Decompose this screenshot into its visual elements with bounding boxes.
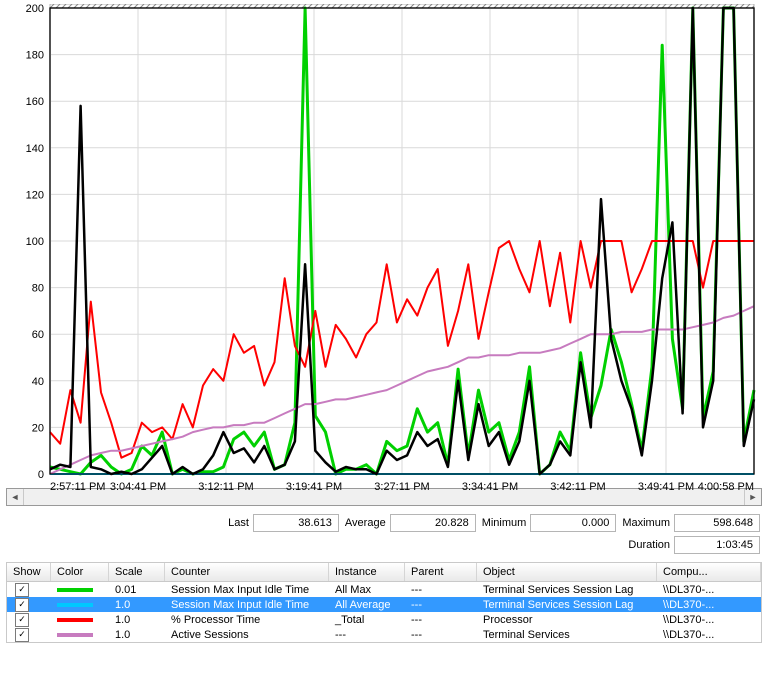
header-color[interactable]: Color xyxy=(51,563,109,581)
avg-value: 20.828 xyxy=(390,514,476,532)
svg-text:100: 100 xyxy=(26,236,44,248)
svg-text:3:04:41 PM: 3:04:41 PM xyxy=(110,481,166,493)
svg-text:140: 140 xyxy=(26,143,44,155)
computer-cell: \\DL370-... xyxy=(657,614,761,626)
svg-text:4:00:58 PM: 4:00:58 PM xyxy=(698,481,754,493)
color-swatch xyxy=(57,603,93,607)
object-cell: Terminal Services Session Lag xyxy=(477,599,657,611)
scale-cell: 1.0 xyxy=(109,629,165,641)
stats-row: Last 38.613 Average 20.828 Minimum0.000 Ma… xyxy=(4,514,760,532)
chart-svg: 0 20 40 60 80 100 120 140 160 180 200 2:57:11 PM 3:0… xyxy=(6,4,762,500)
instance-cell: All Average xyxy=(329,599,405,611)
show-checkbox[interactable]: ✓ xyxy=(15,598,29,612)
svg-text:0: 0 xyxy=(38,469,44,481)
max-value: 598.648 xyxy=(674,514,760,532)
svg-text:120: 120 xyxy=(26,189,44,201)
svg-text:40: 40 xyxy=(32,376,44,388)
svg-text:3:12:11 PM: 3:12:11 PM xyxy=(198,481,253,493)
instance-cell: All Max xyxy=(329,584,405,596)
perfmon-window: 0 20 40 60 80 100 120 140 160 180 200 2:57:11 PM 3:0… xyxy=(0,0,768,687)
header-show[interactable]: Show xyxy=(7,563,51,581)
header-instance[interactable]: Instance xyxy=(329,563,405,581)
object-cell: Processor xyxy=(477,614,657,626)
parent-cell: --- xyxy=(405,599,477,611)
svg-text:2:57:11 PM: 2:57:11 PM xyxy=(50,481,105,493)
table-row[interactable]: ✓ 0.01Session Max Input Idle TimeAll Max-… xyxy=(7,582,761,597)
scale-cell: 1.0 xyxy=(109,614,165,626)
instance-cell: --- xyxy=(329,629,405,641)
svg-text:200: 200 xyxy=(26,4,44,15)
header-scale[interactable]: Scale xyxy=(109,563,165,581)
svg-text:3:34:41 PM: 3:34:41 PM xyxy=(462,481,518,493)
header-parent[interactable]: Parent xyxy=(405,563,477,581)
chart-area[interactable]: 0204060801001201401601802002:57:11 PM3:0… xyxy=(6,4,762,484)
svg-text:3:27:11 PM: 3:27:11 PM xyxy=(374,481,429,493)
svg-text:3:42:11 PM: 3:42:11 PM xyxy=(550,481,605,493)
min-label: Minimum xyxy=(482,517,527,529)
object-cell: Terminal Services Session Lag xyxy=(477,584,657,596)
table-row[interactable]: ✓1.0Active Sessions------Terminal Servic… xyxy=(7,627,761,642)
header-counter[interactable]: Counter xyxy=(165,563,329,581)
instance-cell: _Total xyxy=(329,614,405,626)
parent-cell: --- xyxy=(405,614,477,626)
counter-cell: Session Max Input Idle Time xyxy=(165,584,329,596)
color-swatch xyxy=(57,588,93,592)
counter-cell: % Processor Time xyxy=(165,614,329,626)
computer-cell: \\DL370-... xyxy=(657,599,761,611)
svg-text:80: 80 xyxy=(32,283,44,295)
avg-label: Average xyxy=(345,517,386,529)
duration-row: Duration 1:03:45 xyxy=(4,536,760,554)
table-header[interactable]: Show Color Scale Counter Instance Parent… xyxy=(7,563,761,582)
svg-text:180: 180 xyxy=(26,50,44,62)
svg-text:3:49:41 PM: 3:49:41 PM xyxy=(638,481,694,493)
show-checkbox[interactable]: ✓ xyxy=(15,583,29,597)
duration-value: 1:03:45 xyxy=(674,536,760,554)
last-label: Last xyxy=(228,517,249,529)
show-checkbox[interactable]: ✓ xyxy=(15,628,29,642)
svg-text:20: 20 xyxy=(32,422,44,434)
svg-text:60: 60 xyxy=(32,329,44,341)
last-value: 38.613 xyxy=(253,514,339,532)
counter-cell: Active Sessions xyxy=(165,629,329,641)
min-value: 0.000 xyxy=(530,514,616,532)
svg-text:3:19:41 PM: 3:19:41 PM xyxy=(286,481,342,493)
header-object[interactable]: Object xyxy=(477,563,657,581)
show-checkbox[interactable]: ✓ xyxy=(15,613,29,627)
counter-cell: Session Max Input Idle Time xyxy=(165,599,329,611)
parent-cell: --- xyxy=(405,584,477,596)
header-computer[interactable]: Compu... xyxy=(657,563,761,581)
table-body: ✓0.01Session Max Input Idle TimeAll Max-… xyxy=(7,582,761,642)
svg-text:160: 160 xyxy=(26,96,44,108)
max-label: Maximum xyxy=(622,517,670,529)
parent-cell: --- xyxy=(405,629,477,641)
object-cell: Terminal Services xyxy=(477,629,657,641)
counters-table[interactable]: Show Color Scale Counter Instance Parent… xyxy=(6,562,762,643)
color-swatch xyxy=(57,633,93,637)
table-row[interactable]: ✓ 1.0% Processor Time_Total---Processor\\… xyxy=(7,612,761,627)
scale-cell: 1.0 xyxy=(109,599,165,611)
duration-label: Duration xyxy=(628,539,670,551)
color-swatch xyxy=(57,618,93,622)
scale-cell: 0.01 xyxy=(109,584,165,596)
computer-cell: \\DL370-... xyxy=(657,629,761,641)
computer-cell: \\DL370-... xyxy=(657,584,761,596)
table-row[interactable]: ✓ 1.0Session Max Input Idle TimeAll Avera… xyxy=(7,597,761,612)
